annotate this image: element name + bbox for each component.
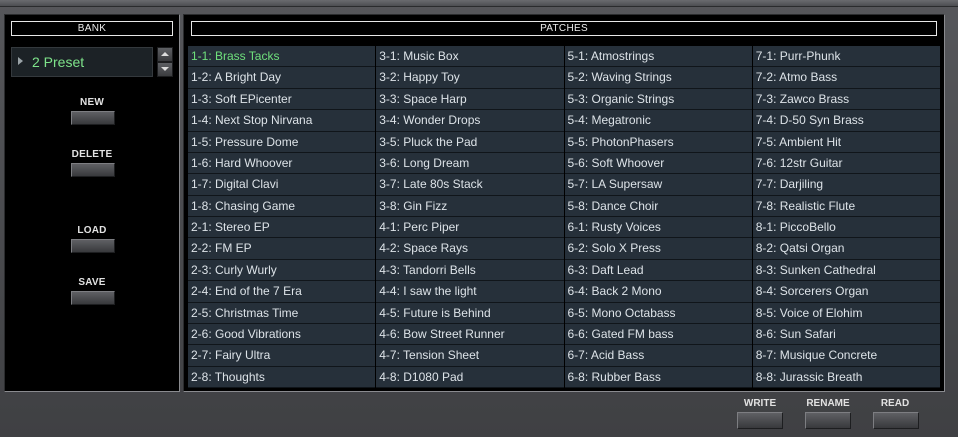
- patch-item[interactable]: 5-6: Soft Whoover: [564, 152, 752, 175]
- patch-item[interactable]: 6-1: Rusty Voices: [564, 217, 752, 239]
- patch-item[interactable]: 8-4: Sorcerers Organ: [752, 281, 940, 303]
- patch-item[interactable]: 2-6: Good Vibrations: [188, 323, 376, 346]
- patch-item[interactable]: 4-1: Perc Piper: [376, 217, 564, 239]
- patches-header: PATCHES: [191, 21, 937, 36]
- patch-editor-window: BANK 2 Preset NEW DELETE LOAD SAVE PATCH…: [0, 0, 958, 437]
- patch-item[interactable]: 7-2: Atmo Bass: [752, 67, 940, 89]
- patch-item[interactable]: 5-8: Dance Choir: [564, 195, 752, 217]
- patch-item[interactable]: 6-6: Gated FM bass: [564, 323, 752, 346]
- patch-item[interactable]: 7-7: Darjiling: [752, 174, 940, 196]
- patch-item[interactable]: 7-8: Realistic Flute: [752, 195, 940, 217]
- patch-item[interactable]: 7-5: Ambient Hit: [752, 131, 940, 153]
- delete-label: DELETE: [71, 149, 113, 160]
- patch-item[interactable]: 8-5: Voice of Elohim: [752, 302, 940, 324]
- patch-item[interactable]: 5-5: PhotonPhasers: [564, 131, 752, 153]
- patch-item[interactable]: 1-6: Hard Whoover: [188, 152, 376, 175]
- bank-preset-field[interactable]: 2 Preset: [11, 47, 153, 77]
- bank-up-button[interactable]: [157, 47, 173, 62]
- write-button[interactable]: [737, 412, 783, 429]
- patch-item[interactable]: 3-5: Pluck the Pad: [376, 131, 564, 153]
- patch-item[interactable]: 7-6: 12str Guitar: [752, 152, 940, 175]
- patch-item[interactable]: 1-5: Pressure Dome: [188, 131, 376, 153]
- read-label: READ: [880, 398, 910, 409]
- rename-button[interactable]: [805, 412, 851, 429]
- patch-item[interactable]: 6-4: Back 2 Mono: [564, 281, 752, 303]
- patch-item[interactable]: 5-4: Megatronic: [564, 110, 752, 132]
- patch-item[interactable]: 4-7: Tension Sheet: [376, 345, 564, 367]
- patch-item[interactable]: 8-3: Sunken Cathedral: [752, 259, 940, 282]
- patch-item[interactable]: 4-3: Tandorri Bells: [376, 259, 564, 282]
- patch-grid: 1-1: Brass Tacks 3-1: Music Box 5-1: Atmos…: [188, 46, 940, 388]
- patch-item[interactable]: 6-3: Daft Lead: [564, 259, 752, 282]
- patch-item[interactable]: 5-3: Organic Strings: [564, 88, 752, 111]
- patch-item[interactable]: 3-1: Music Box: [376, 46, 564, 68]
- patch-item[interactable]: 1-7: Digital Clavi: [188, 174, 376, 196]
- patch-item[interactable]: 6-2: Solo X Press: [564, 238, 752, 260]
- load-button[interactable]: [71, 239, 115, 253]
- top-edge: [0, 0, 958, 7]
- new-label: NEW: [80, 97, 104, 108]
- patch-item[interactable]: 8-2: Qatsi Organ: [752, 238, 940, 260]
- patch-item[interactable]: 1-8: Chasing Game: [188, 195, 376, 217]
- patch-item[interactable]: 6-8: Rubber Bass: [564, 366, 752, 388]
- patch-item[interactable]: 3-6: Long Dream: [376, 152, 564, 175]
- patch-item[interactable]: 7-1: Purr-Phunk: [752, 46, 940, 68]
- save-button[interactable]: [71, 291, 115, 305]
- patch-item[interactable]: 8-7: Musique Concrete: [752, 345, 940, 367]
- patch-item[interactable]: 2-2: FM EP: [188, 238, 376, 260]
- patch-item[interactable]: 1-2: A Bright Day: [188, 67, 376, 89]
- load-label: LOAD: [77, 225, 107, 236]
- patch-item[interactable]: 8-1: PiccoBello: [752, 217, 940, 239]
- patch-item[interactable]: 8-8: Jurassic Breath: [752, 366, 940, 388]
- patch-item[interactable]: 2-5: Christmas Time: [188, 302, 376, 324]
- patch-item[interactable]: 5-1: Atmostrings: [564, 46, 752, 68]
- patch-item[interactable]: 1-3: Soft EPicenter: [188, 88, 376, 111]
- patch-item[interactable]: 6-5: Mono Octabass: [564, 302, 752, 324]
- patch-item[interactable]: 4-4: I saw the light: [376, 281, 564, 303]
- bank-down-button[interactable]: [157, 62, 173, 77]
- rename-label: RENAME: [806, 398, 850, 409]
- patch-item[interactable]: 1-1: Brass Tacks: [188, 46, 376, 68]
- patch-item[interactable]: 7-4: D-50 Syn Brass: [752, 110, 940, 132]
- write-label: WRITE: [743, 398, 777, 409]
- patch-item[interactable]: 2-3: Curly Wurly: [188, 259, 376, 282]
- bank-preset-label: 2 Preset: [32, 54, 85, 70]
- read-button[interactable]: [873, 412, 919, 429]
- patch-item[interactable]: 3-3: Space Harp: [376, 88, 564, 111]
- arrow-down-icon: [161, 67, 169, 71]
- patch-item[interactable]: 2-4: End of the 7 Era: [188, 281, 376, 303]
- play-arrow-icon: [18, 57, 23, 65]
- arrow-up-icon: [161, 52, 169, 56]
- patch-item[interactable]: 3-4: Wonder Drops: [376, 110, 564, 132]
- patch-item[interactable]: 5-2: Waving Strings: [564, 67, 752, 89]
- patch-item[interactable]: 3-2: Happy Toy: [376, 67, 564, 89]
- patch-item[interactable]: 4-5: Future is Behind: [376, 302, 564, 324]
- patch-item[interactable]: 7-3: Zawco Brass: [752, 88, 940, 111]
- patch-item[interactable]: 3-7: Late 80s Stack: [376, 174, 564, 196]
- patch-item[interactable]: 5-7: LA Supersaw: [564, 174, 752, 196]
- save-label: SAVE: [78, 277, 106, 288]
- patch-item[interactable]: 2-8: Thoughts: [188, 366, 376, 388]
- bank-panel: BANK 2 Preset NEW DELETE LOAD SAVE: [4, 14, 180, 392]
- bank-header: BANK: [11, 21, 173, 36]
- patch-item[interactable]: 8-6: Sun Safari: [752, 323, 940, 346]
- patch-item[interactable]: 4-6: Bow Street Runner: [376, 323, 564, 346]
- patch-item[interactable]: 4-2: Space Rays: [376, 238, 564, 260]
- patch-item[interactable]: 6-7: Acid Bass: [564, 345, 752, 367]
- patch-item[interactable]: 2-1: Stereo EP: [188, 217, 376, 239]
- patch-item[interactable]: 2-7: Fairy Ultra: [188, 345, 376, 367]
- patch-item[interactable]: 3-8: Gin Fizz: [376, 195, 564, 217]
- patch-item[interactable]: 1-4: Next Stop Nirvana: [188, 110, 376, 132]
- patch-item[interactable]: 4-8: D1080 Pad: [376, 366, 564, 388]
- delete-button[interactable]: [71, 163, 115, 177]
- new-button[interactable]: [71, 111, 115, 125]
- patches-panel: PATCHES 1-1: Brass Tacks 3-1: Music Box 5-…: [183, 14, 945, 392]
